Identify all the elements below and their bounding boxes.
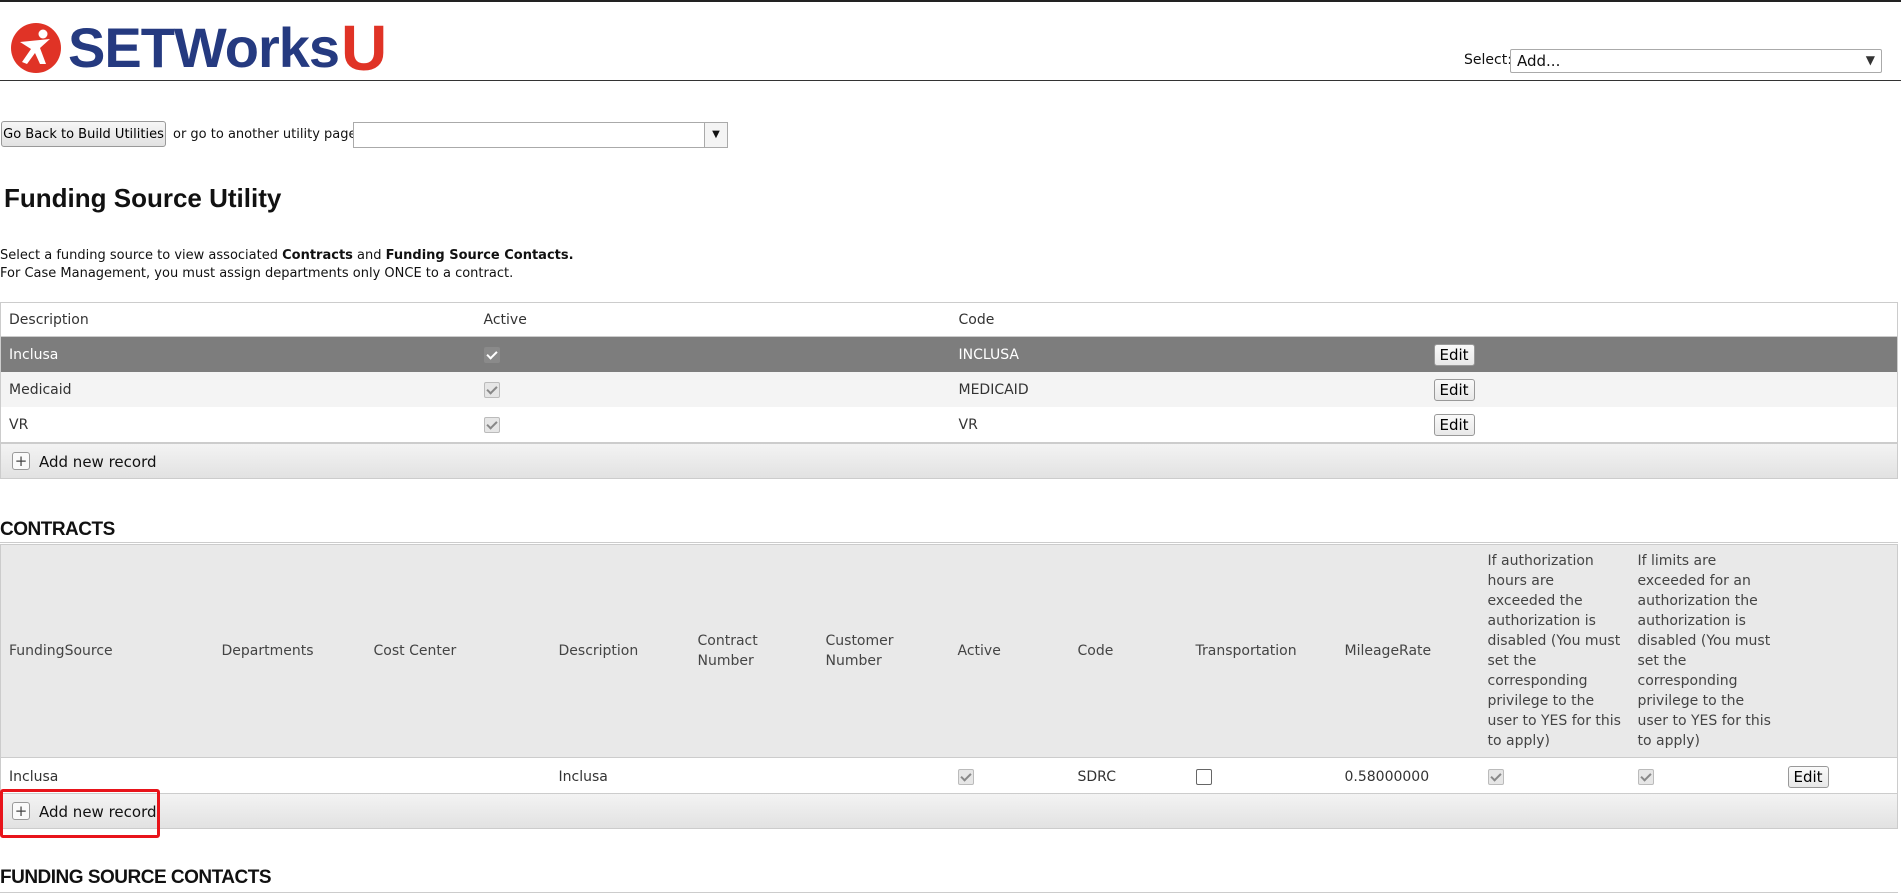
edit-button[interactable]: Edit bbox=[1433, 343, 1475, 366]
add-select-value: Add... bbox=[1517, 52, 1561, 70]
column-header-auth-limits[interactable]: If limits are exceeded for an authorizat… bbox=[1629, 544, 1780, 758]
contacts-section-title: FUNDING SOURCE CONTACTS bbox=[0, 867, 272, 888]
page-title: Funding Source Utility bbox=[4, 183, 282, 213]
contracts-add-bar: + Add new record bbox=[0, 793, 1898, 829]
app-header: SETWorks U Select: Add... ▼ bbox=[0, 2, 1901, 81]
row-description: VR bbox=[9, 416, 29, 433]
row-actions: Edit bbox=[1425, 336, 1898, 372]
row-active bbox=[949, 757, 1070, 796]
row-description: Inclusa bbox=[550, 757, 690, 796]
checkbox-icon bbox=[1195, 768, 1212, 785]
edit-button[interactable]: Edit bbox=[1433, 378, 1475, 401]
row-cost-center bbox=[365, 757, 551, 796]
table-header-row: Description Active Code bbox=[0, 302, 1898, 337]
column-header-code[interactable]: Code bbox=[950, 302, 1426, 337]
column-header-transportation[interactable]: Transportation bbox=[1187, 544, 1337, 758]
contracts-section-title: CONTRACTS bbox=[0, 519, 115, 540]
edit-button[interactable]: Edit bbox=[1433, 413, 1475, 436]
contacts-divider bbox=[0, 892, 1898, 893]
setworks-logo[interactable]: SETWorks U bbox=[10, 16, 387, 80]
row-actions: Edit bbox=[1425, 372, 1898, 407]
column-header-active[interactable]: Active bbox=[949, 544, 1070, 758]
row-auth-limits bbox=[1629, 757, 1780, 796]
brand-name: SETWorks bbox=[68, 16, 340, 79]
row-code: INCLUSA bbox=[950, 336, 1426, 372]
column-header-active[interactable]: Active bbox=[475, 302, 951, 337]
row-departments bbox=[213, 757, 366, 796]
row-actions: Edit bbox=[1779, 757, 1898, 796]
checkbox-icon bbox=[1637, 768, 1654, 785]
go-back-button[interactable]: Go Back to Build Utilities bbox=[1, 121, 166, 147]
row-active bbox=[476, 407, 951, 443]
column-header-auth-hours[interactable]: If authorization hours are exceeded the … bbox=[1479, 544, 1630, 758]
row-actions: Edit bbox=[1426, 407, 1898, 443]
contracts-divider bbox=[0, 542, 1898, 543]
table-row[interactable]: Inclusa Inclusa SDRC 0.58000000 Edit bbox=[0, 757, 1898, 796]
row-code: VR bbox=[958, 416, 978, 433]
instruction-contacts: Funding Source Contacts. bbox=[385, 248, 574, 263]
column-header-actions bbox=[1425, 302, 1898, 337]
funding-source-add-bar: + Add new record bbox=[0, 443, 1898, 479]
column-header-actions bbox=[1779, 544, 1898, 758]
row-auth-hours bbox=[1479, 757, 1630, 796]
table-row[interactable]: VR VR Edit bbox=[1, 407, 1898, 443]
plus-icon[interactable]: + bbox=[12, 452, 30, 470]
checkbox-icon bbox=[483, 416, 500, 433]
row-mileage-rate: 0.58000000 bbox=[1336, 757, 1480, 796]
brand-suffix: U bbox=[341, 12, 388, 84]
checkbox-icon bbox=[483, 381, 500, 398]
add-new-record-link[interactable]: Add new record bbox=[39, 453, 157, 471]
table-row[interactable]: Inclusa INCLUSA Edit bbox=[0, 336, 1898, 372]
column-header-departments[interactable]: Departments bbox=[213, 544, 366, 758]
contracts-table: FundingSource Departments Cost Center De… bbox=[0, 544, 1898, 796]
row-active bbox=[475, 372, 951, 407]
column-header-cost-center[interactable]: Cost Center bbox=[365, 544, 551, 758]
column-header-mileage-rate[interactable]: MileageRate bbox=[1336, 544, 1480, 758]
header-divider bbox=[0, 80, 1901, 81]
instruction-and: and bbox=[352, 248, 386, 263]
row-contract-number bbox=[689, 757, 818, 796]
row-transportation bbox=[1187, 757, 1337, 796]
utility-nav-text: or go to another utility page: bbox=[173, 127, 361, 142]
checkbox-icon bbox=[957, 768, 974, 785]
chevron-down-icon: ▼ bbox=[1865, 53, 1875, 67]
table-header-row: FundingSource Departments Cost Center De… bbox=[0, 544, 1898, 758]
column-header-contract-number[interactable]: Contract Number bbox=[689, 544, 818, 758]
column-header-customer-number[interactable]: Customer Number bbox=[817, 544, 950, 758]
chevron-down-icon[interactable]: ▼ bbox=[704, 123, 727, 147]
column-header-funding-source[interactable]: FundingSource bbox=[0, 544, 214, 758]
column-header-description[interactable]: Description bbox=[550, 544, 690, 758]
instruction-contracts: Contracts bbox=[282, 248, 353, 263]
instruction-prefix: Select a funding source to view associat… bbox=[0, 248, 283, 263]
case-management-note: For Case Management, you must assign dep… bbox=[0, 266, 514, 281]
row-active bbox=[475, 336, 951, 372]
row-code: MEDICAID bbox=[950, 372, 1426, 407]
checkbox-icon bbox=[483, 346, 500, 363]
utility-page-combo[interactable]: ▼ bbox=[353, 122, 728, 148]
column-header-code[interactable]: Code bbox=[1069, 544, 1188, 758]
instruction-text: Select a funding source to view associat… bbox=[0, 248, 574, 263]
column-header-description[interactable]: Description bbox=[0, 302, 476, 337]
row-description: Inclusa bbox=[0, 336, 476, 372]
funding-source-table: Description Active Code Inclusa INCLUSA … bbox=[0, 302, 1898, 443]
table-row[interactable]: Medicaid MEDICAID Edit bbox=[0, 372, 1898, 407]
runner-logo-icon bbox=[11, 23, 61, 73]
highlight-box bbox=[0, 789, 160, 838]
row-customer-number bbox=[817, 757, 950, 796]
row-code: SDRC bbox=[1069, 757, 1188, 796]
edit-button[interactable]: Edit bbox=[1787, 765, 1829, 788]
add-select[interactable]: Add... ▼ bbox=[1510, 49, 1882, 73]
select-label: Select: bbox=[1464, 52, 1512, 68]
checkbox-icon bbox=[1487, 768, 1504, 785]
row-description: Medicaid bbox=[0, 372, 476, 407]
